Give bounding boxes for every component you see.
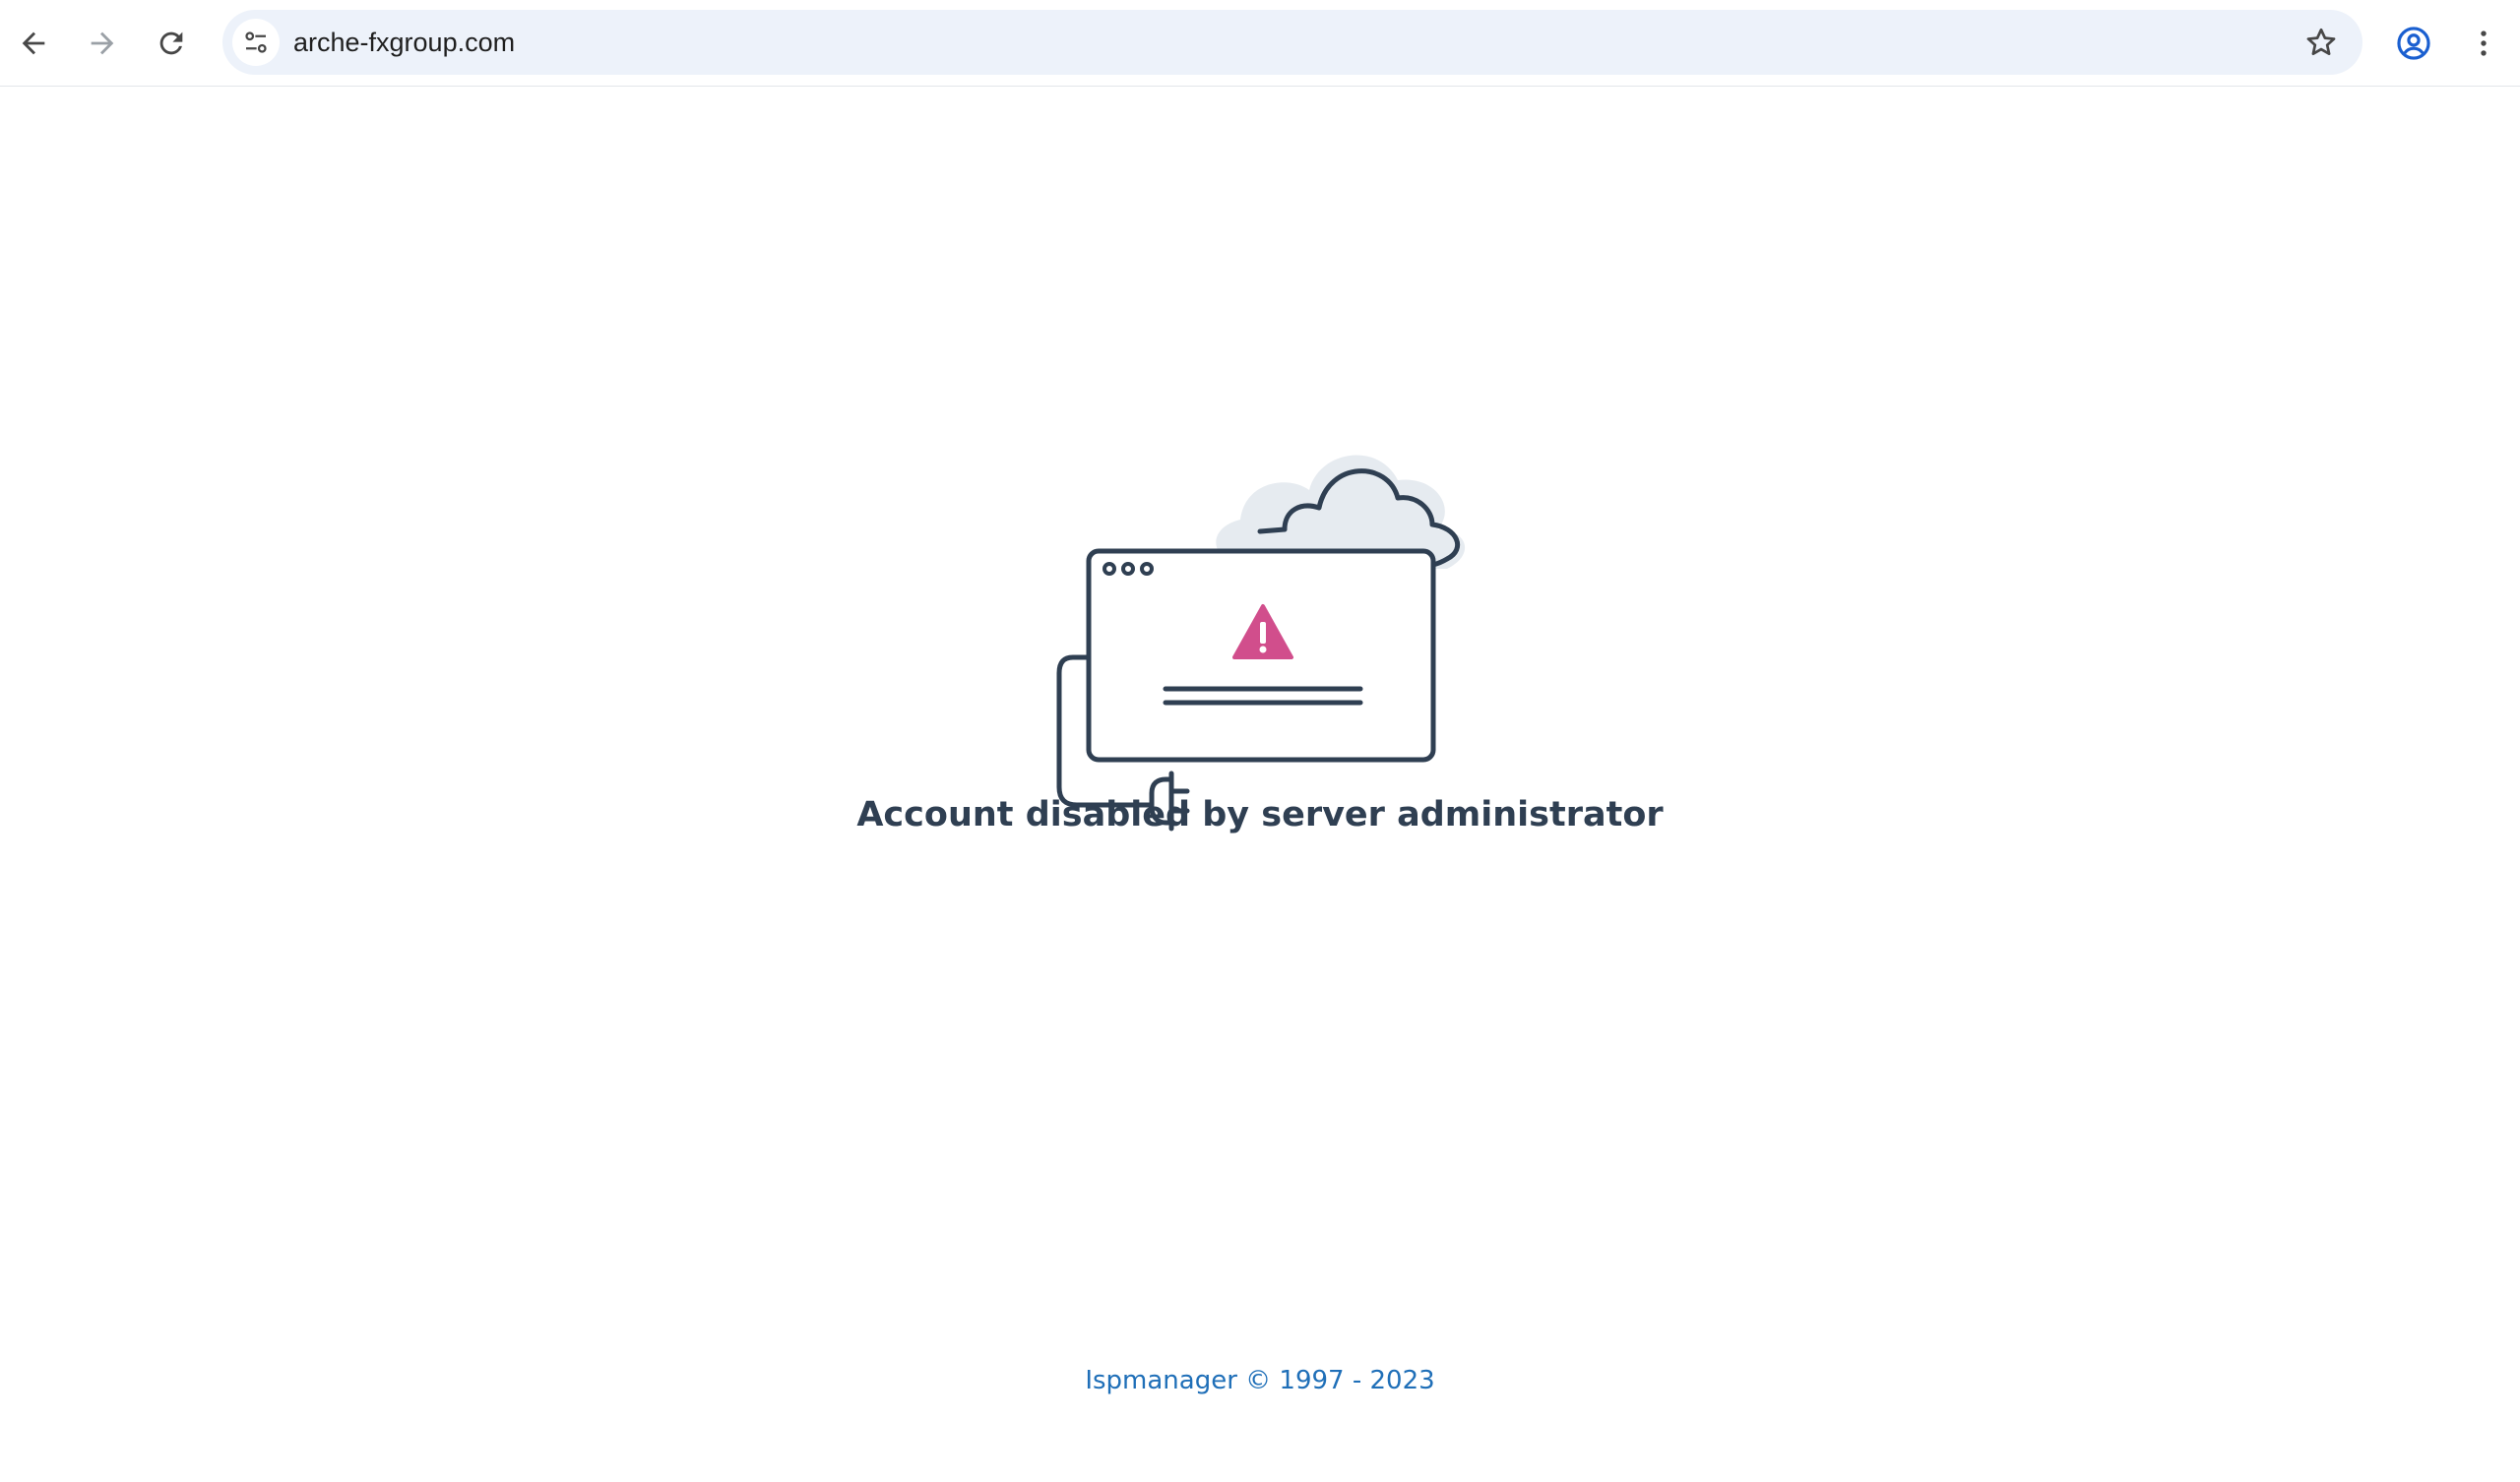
site-info-button[interactable] [232, 19, 280, 66]
account-circle-icon [2397, 27, 2430, 60]
browser-menu-button[interactable] [2458, 18, 2509, 69]
arrow-right-icon [91, 31, 114, 55]
error-message: Account disabled by server administrator [856, 795, 1664, 834]
url-input[interactable] [293, 10, 2164, 75]
profile-button[interactable] [2388, 18, 2439, 69]
back-button[interactable] [8, 18, 59, 69]
footer-copyright-link[interactable]: Ispmanager © 1997 - 2023 [0, 1366, 2520, 1395]
address-bar[interactable] [222, 10, 2362, 75]
browser-toolbar [0, 0, 2520, 87]
forward-button[interactable] [77, 18, 128, 69]
tune-icon [245, 31, 267, 53]
reload-icon [159, 31, 183, 55]
star-icon[interactable] [2303, 25, 2339, 60]
arrow-left-icon [22, 31, 45, 55]
reload-button[interactable] [146, 18, 197, 69]
page-content: Account disabled by server administrator… [0, 87, 2520, 1482]
disabled-account-illustration [1056, 455, 1466, 832]
more-vertical-icon [2481, 31, 2487, 56]
